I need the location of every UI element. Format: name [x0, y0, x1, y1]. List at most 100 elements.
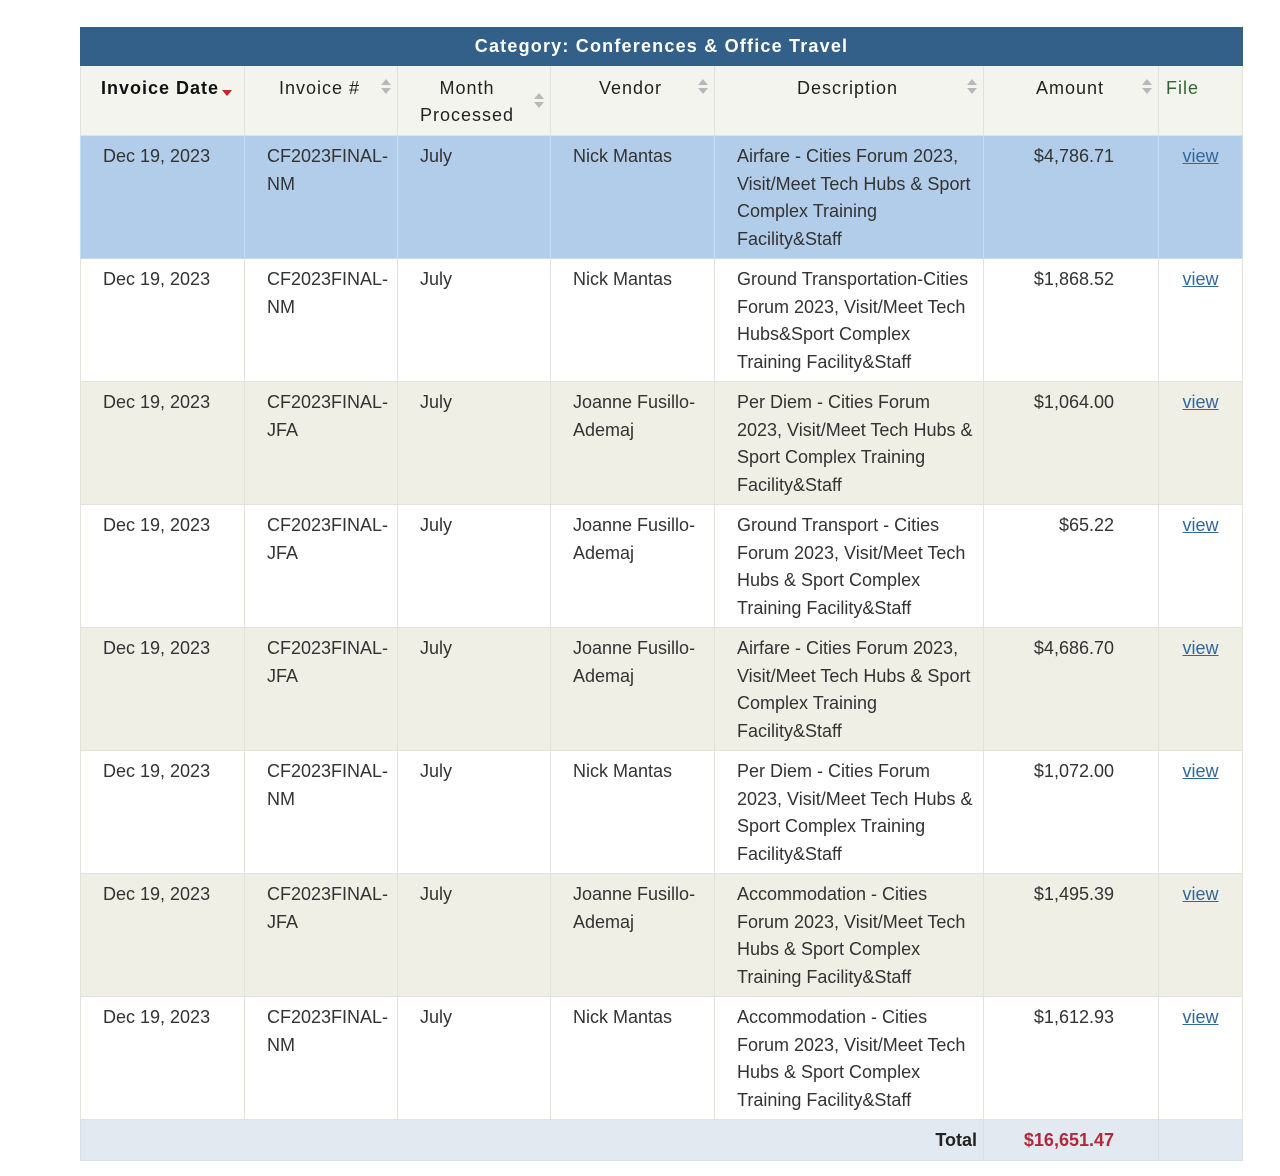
cell-month-processed: July [397, 996, 551, 1120]
cell-invoice-number: CF2023FINAL-JFA [244, 504, 398, 628]
cell-invoice-date: Dec 19, 2023 [80, 135, 245, 259]
cell-invoice-number: CF2023FINAL-JFA [244, 627, 398, 751]
view-file-link[interactable]: view [1183, 1007, 1219, 1027]
cell-amount: $1,868.52 [983, 258, 1159, 382]
column-header-amount[interactable]: Amount [983, 65, 1159, 136]
expense-table: Category: Conferences & Office Travel In… [79, 27, 1244, 1161]
column-header-file: File [1157, 65, 1244, 136]
cell-file: view [1157, 381, 1244, 505]
table-row[interactable]: Dec 19, 2023 CF2023FINAL-NM July Nick Ma… [80, 996, 1244, 1120]
cell-amount: $4,786.71 [983, 135, 1159, 259]
cell-invoice-number: CF2023FINAL-NM [244, 258, 398, 382]
cell-description: Airfare - Cities Forum 2023, Visit/Meet … [714, 627, 984, 751]
column-header-label: Amount [1036, 78, 1105, 98]
cell-invoice-date: Dec 19, 2023 [80, 750, 245, 874]
column-header-month-processed[interactable]: Month Processed [397, 65, 551, 136]
cell-month-processed: July [397, 381, 551, 505]
cell-invoice-date: Dec 19, 2023 [80, 381, 245, 505]
cell-description: Ground Transportation-Cities Forum 2023,… [714, 258, 984, 382]
sort-icon [534, 93, 544, 109]
cell-amount: $1,495.39 [983, 873, 1159, 997]
cell-invoice-number: CF2023FINAL-NM [244, 996, 398, 1120]
cell-file: view [1157, 873, 1244, 997]
column-header-label: Description [797, 78, 899, 98]
sort-icon [967, 79, 977, 95]
cell-invoice-number: CF2023FINAL-JFA [244, 873, 398, 997]
cell-vendor: Nick Mantas [550, 258, 715, 382]
cell-amount: $4,686.70 [983, 627, 1159, 751]
total-label: Total [80, 1119, 984, 1161]
cell-invoice-number: CF2023FINAL-JFA [244, 381, 398, 505]
cell-month-processed: July [397, 258, 551, 382]
column-header-label: File [1166, 78, 1200, 98]
cell-vendor: Nick Mantas [550, 996, 715, 1120]
cell-invoice-date: Dec 19, 2023 [80, 504, 245, 628]
cell-vendor: Joanne Fusillo-Ademaj [550, 627, 715, 751]
column-header-description[interactable]: Description [714, 65, 984, 136]
column-header-invoice-number[interactable]: Invoice # [244, 65, 398, 136]
table-row[interactable]: Dec 19, 2023 CF2023FINAL-JFA July Joanne… [80, 873, 1244, 997]
cell-amount: $1,064.00 [983, 381, 1159, 505]
cell-file: view [1157, 996, 1244, 1120]
table-row[interactable]: Dec 19, 2023 CF2023FINAL-JFA July Joanne… [80, 627, 1244, 751]
cell-month-processed: July [397, 135, 551, 259]
cell-file: view [1157, 504, 1244, 628]
cell-description: Accommodation - Cities Forum 2023, Visit… [714, 996, 984, 1120]
cell-invoice-date: Dec 19, 2023 [80, 627, 245, 751]
view-file-link[interactable]: view [1183, 638, 1219, 658]
cell-invoice-date: Dec 19, 2023 [80, 873, 245, 997]
category-caption-row: Category: Conferences & Office Travel [79, 27, 1244, 66]
cell-file: view [1157, 750, 1244, 874]
cell-description: Airfare - Cities Forum 2023, Visit/Meet … [714, 135, 984, 259]
cell-vendor: Joanne Fusillo-Ademaj [550, 873, 715, 997]
view-file-link[interactable]: view [1183, 146, 1219, 166]
cell-file: view [1157, 258, 1244, 382]
expense-table-container: Category: Conferences & Office Travel In… [79, 27, 1244, 1161]
cell-file: view [1157, 135, 1244, 259]
cell-month-processed: July [397, 873, 551, 997]
cell-vendor: Nick Mantas [550, 135, 715, 259]
cell-amount: $65.22 [983, 504, 1159, 628]
cell-description: Per Diem - Cities Forum 2023, Visit/Meet… [714, 381, 984, 505]
cell-invoice-date: Dec 19, 2023 [80, 996, 245, 1120]
column-header-label: Vendor [599, 78, 663, 98]
cell-month-processed: July [397, 627, 551, 751]
cell-amount: $1,612.93 [983, 996, 1159, 1120]
table-row[interactable]: Dec 19, 2023 CF2023FINAL-JFA July Joanne… [80, 504, 1244, 628]
total-amount: $16,651.47 [983, 1119, 1159, 1161]
view-file-link[interactable]: view [1183, 515, 1219, 535]
cell-amount: $1,072.00 [983, 750, 1159, 874]
sort-icon [1142, 79, 1152, 95]
view-file-link[interactable]: view [1183, 761, 1219, 781]
cell-invoice-date: Dec 19, 2023 [80, 258, 245, 382]
cell-description: Accommodation - Cities Forum 2023, Visit… [714, 873, 984, 997]
column-header-vendor[interactable]: Vendor [550, 65, 715, 136]
cell-month-processed: July [397, 750, 551, 874]
total-file-cell [1157, 1119, 1244, 1161]
view-file-link[interactable]: view [1183, 392, 1219, 412]
cell-vendor: Nick Mantas [550, 750, 715, 874]
table-row[interactable]: Dec 19, 2023 CF2023FINAL-NM July Nick Ma… [80, 258, 1244, 382]
cell-file: view [1157, 627, 1244, 751]
cell-month-processed: July [397, 504, 551, 628]
table-row[interactable]: Dec 19, 2023 CF2023FINAL-NM July Nick Ma… [80, 135, 1244, 259]
cell-description: Per Diem - Cities Forum 2023, Visit/Meet… [714, 750, 984, 874]
table-row[interactable]: Dec 19, 2023 CF2023FINAL-JFA July Joanne… [80, 381, 1244, 505]
cell-invoice-number: CF2023FINAL-NM [244, 750, 398, 874]
cell-vendor: Joanne Fusillo-Ademaj [550, 504, 715, 628]
column-header-row: Invoice Date Invoice # Month Processed V… [80, 65, 1244, 136]
view-file-link[interactable]: view [1183, 269, 1219, 289]
sort-icon [698, 79, 708, 95]
column-header-label: Month Processed [419, 78, 515, 125]
cell-invoice-number: CF2023FINAL-NM [244, 135, 398, 259]
column-header-label: Invoice Date [101, 78, 220, 98]
column-header-label: Invoice # [279, 78, 361, 98]
cell-vendor: Joanne Fusillo-Ademaj [550, 381, 715, 505]
sort-icon [381, 79, 391, 95]
sort-descending-icon [222, 90, 233, 96]
table-row[interactable]: Dec 19, 2023 CF2023FINAL-NM July Nick Ma… [80, 750, 1244, 874]
cell-description: Ground Transport - Cities Forum 2023, Vi… [714, 504, 984, 628]
column-header-invoice-date[interactable]: Invoice Date [80, 65, 245, 136]
category-title: Category: Conferences & Office Travel [79, 27, 1244, 66]
view-file-link[interactable]: view [1183, 884, 1219, 904]
